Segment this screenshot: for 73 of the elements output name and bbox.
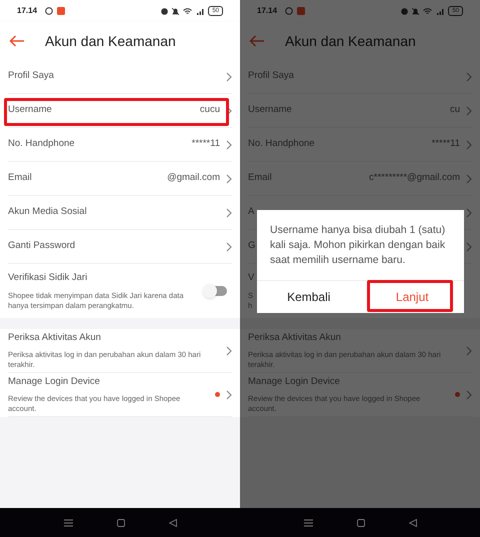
chevron-right-icon <box>466 346 472 356</box>
dialog-message: Username hanya bisa diubah 1 (satu) kali saja. Mohon pikirkan dengan baik saat memilih username baru. <box>269 223 446 268</box>
back-icon <box>168 518 176 526</box>
page-title: Akun dan Keamanan <box>285 32 416 50</box>
continue-button[interactable]: Lanjut <box>360 281 464 313</box>
row-value: cu <box>450 103 460 118</box>
row-label: Profil Saya <box>8 69 54 84</box>
back-button[interactable]: Kembali <box>257 281 360 313</box>
chevron-right-icon <box>466 390 472 400</box>
signal-icon <box>196 8 204 14</box>
home-icon <box>116 518 124 526</box>
row-label: No. Handphone <box>8 137 75 152</box>
alarm-icon <box>161 8 168 14</box>
settings-row[interactable]: Profil Saya <box>8 60 232 94</box>
settings-row[interactable]: Email @gmail.com <box>8 162 232 196</box>
row-label: Email <box>248 171 272 186</box>
chevron-right-icon <box>466 106 472 116</box>
row-label: Akun Media Sosial <box>8 205 87 220</box>
menu-icon <box>304 518 312 526</box>
bell-off-icon <box>172 8 180 14</box>
chevron-right-icon <box>226 346 232 356</box>
row-value: c*********@gmail.com <box>369 171 460 186</box>
chevron-right-icon <box>226 140 232 150</box>
row-value: cucu <box>200 103 220 118</box>
chevron-right-icon <box>466 174 472 184</box>
alarm-icon <box>401 8 408 14</box>
row-label: G <box>248 239 256 254</box>
chevron-right-icon <box>226 208 232 218</box>
back-icon <box>408 518 416 526</box>
row-label: Manage Login Device <box>8 375 100 390</box>
row-label: A <box>248 205 254 220</box>
chevron-right-icon <box>226 106 232 116</box>
row-label: Periksa Aktivitas Akun <box>248 331 341 346</box>
chevron-right-icon <box>226 390 232 400</box>
page-title: Akun dan Keamanan <box>45 32 176 50</box>
row-label: No. Handphone <box>248 137 315 152</box>
menu-icon <box>64 518 72 526</box>
row-value: *****11 <box>432 137 460 152</box>
row-label: Periksa Aktivitas Akun <box>8 331 101 346</box>
settings-row[interactable]: Username cucu <box>8 94 232 128</box>
chevron-right-icon <box>466 72 472 82</box>
row-label: Username <box>248 103 292 118</box>
wifi-icon <box>423 8 432 14</box>
signal-icon <box>436 8 444 14</box>
row-label: Profil Saya <box>248 69 294 84</box>
chevron-right-icon <box>466 140 472 150</box>
bell-off-icon <box>412 8 420 14</box>
row-value: @gmail.com <box>167 171 220 186</box>
row-label: Manage Login Device <box>248 375 340 390</box>
settings-row[interactable]: Akun Media Sosial <box>8 196 232 230</box>
notification-icon <box>45 7 54 15</box>
status-time: 17.14 <box>17 5 38 17</box>
settings-row[interactable]: Ganti Password <box>8 230 232 264</box>
app-icon <box>297 7 306 15</box>
row-value: *****11 <box>192 137 220 152</box>
chevron-right-icon <box>226 174 232 184</box>
app-icon <box>57 7 66 15</box>
back-arrow-icon <box>9 35 25 47</box>
home-icon <box>356 518 364 526</box>
row-label: Verifikasi Sidik Jari <box>8 271 88 286</box>
notification-icon <box>285 7 294 15</box>
chevron-right-icon <box>466 208 472 218</box>
row-label: Email <box>8 171 32 186</box>
row-label: V <box>248 271 254 286</box>
chevron-right-icon <box>466 242 472 252</box>
chevron-right-icon <box>226 72 232 82</box>
back-arrow-icon <box>249 35 265 47</box>
status-time: 17.14 <box>257 5 278 17</box>
chevron-right-icon <box>226 242 232 252</box>
row-label: Username <box>8 103 52 118</box>
row-label: Ganti Password <box>8 239 76 254</box>
settings-row[interactable]: No. Handphone *****11 <box>8 128 232 162</box>
wifi-icon <box>183 8 192 14</box>
